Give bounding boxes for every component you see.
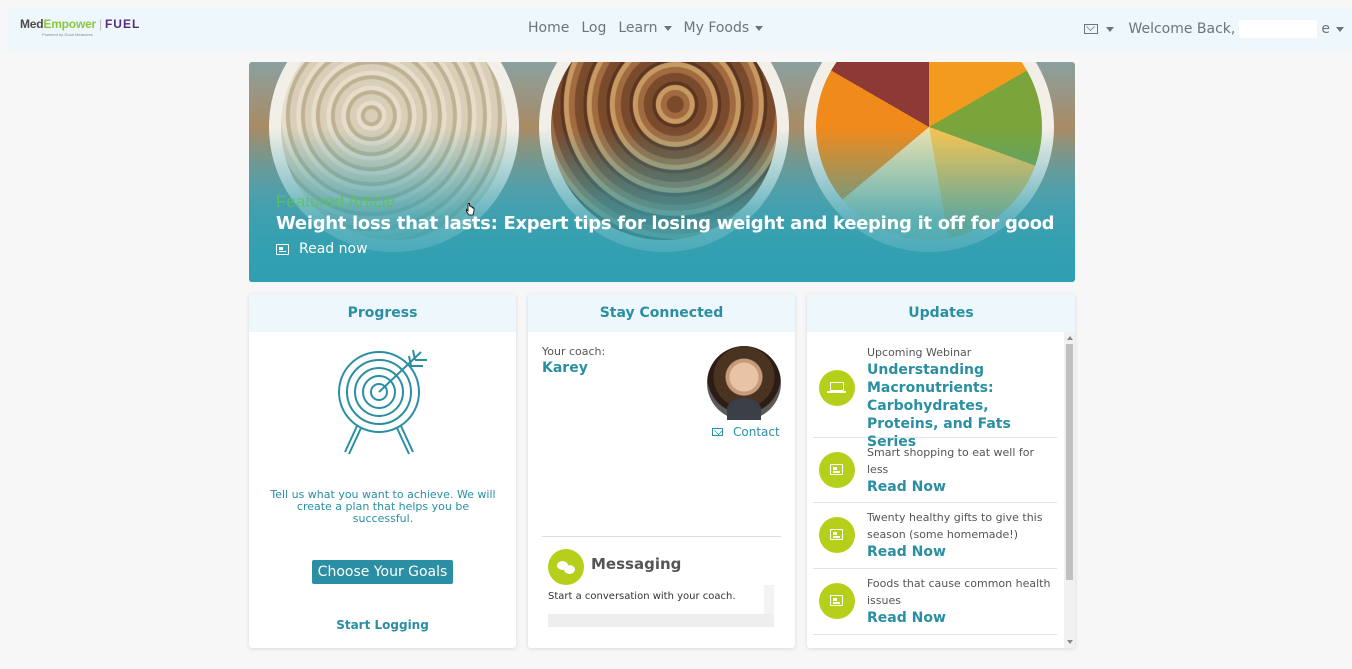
newspaper-icon xyxy=(819,517,855,553)
nav-home[interactable]: Home xyxy=(528,20,569,36)
logo-tagline: Powered by Good Measures xyxy=(42,32,93,37)
top-navbar: MedEmpower | FUEL Powered by Good Measures… xyxy=(8,8,1352,50)
nav-log[interactable]: Log xyxy=(581,20,606,36)
coach-name: Karey xyxy=(542,360,588,376)
read-now-link[interactable]: Read Now xyxy=(867,478,1053,496)
list-item[interactable]: Smart shopping to eat well for less Read… xyxy=(813,438,1057,503)
newspaper-icon xyxy=(819,583,855,619)
progress-card: Progress Tell us what you want to achiev… xyxy=(249,294,516,648)
progress-title: Progress xyxy=(249,294,516,332)
featured-article-banner[interactable]: Featured Article Weight loss that lasts:… xyxy=(249,62,1075,282)
envelope-icon xyxy=(712,428,723,436)
messaging-prompt: Start a conversation with your coach. xyxy=(548,591,736,602)
contact-coach-link[interactable]: Contact xyxy=(712,425,780,439)
welcome-suffix[interactable]: e xyxy=(1321,21,1330,37)
updates-list: Upcoming Webinar Understanding Macronutr… xyxy=(807,332,1065,648)
medempower-fuel-logo[interactable]: MedEmpower | FUEL Powered by Good Measures xyxy=(20,17,140,37)
caret-down-icon xyxy=(755,25,764,31)
caret-down-icon[interactable] xyxy=(1106,26,1115,32)
read-now-link[interactable]: Read Now xyxy=(867,543,1053,561)
scroll-down-arrow-icon[interactable] xyxy=(1067,640,1073,644)
nav-learn-dropdown[interactable]: Learn xyxy=(618,20,672,36)
goal-description: Tell us what you want to achieve. We wil… xyxy=(270,488,496,525)
featured-article-label: Featured Article xyxy=(276,192,396,211)
featured-article-title[interactable]: Weight loss that lasts: Expert tips for … xyxy=(276,213,1055,234)
laptop-icon xyxy=(819,370,855,406)
target-arrow-icon xyxy=(338,349,427,455)
main-nav: Home Log Learn My Foods xyxy=(528,20,764,36)
updates-card: Updates Upcoming Webinar Understanding M… xyxy=(807,294,1075,648)
messaging-horizontal-scrollbar[interactable] xyxy=(548,614,774,627)
list-item[interactable]: Twenty healthy gifts to give this season… xyxy=(813,503,1057,569)
list-item[interactable]: Foods that cause common health issues Re… xyxy=(813,569,1057,635)
mouse-pointer-icon xyxy=(466,203,475,216)
redacted-username xyxy=(1239,20,1318,38)
stay-connected-card: Stay Connected Your coach: Karey Contact… xyxy=(528,294,795,648)
user-area: Welcome Back, e xyxy=(1084,20,1344,38)
coach-avatar xyxy=(707,346,781,420)
nav-my-foods-dropdown[interactable]: My Foods xyxy=(684,20,764,36)
stay-connected-title: Stay Connected xyxy=(528,294,795,332)
read-now-link[interactable]: Read now xyxy=(276,241,368,257)
list-item[interactable]: Upcoming Webinar Understanding Macronutr… xyxy=(813,338,1057,450)
scroll-up-arrow-icon[interactable] xyxy=(1067,336,1073,340)
chat-bubbles-icon xyxy=(548,549,584,585)
newspaper-icon xyxy=(819,452,855,488)
updates-title: Updates xyxy=(807,294,1075,332)
scrollbar-thumb[interactable] xyxy=(1066,344,1073,580)
messaging-title: Messaging xyxy=(591,555,682,573)
updates-scrollbar[interactable] xyxy=(1064,332,1075,648)
caret-down-icon xyxy=(663,25,672,31)
envelope-icon[interactable] xyxy=(1084,24,1099,34)
welcome-text[interactable]: Welcome Back, xyxy=(1128,21,1235,37)
divider xyxy=(542,536,781,537)
choose-goals-button[interactable]: Choose Your Goals xyxy=(312,560,453,584)
coach-label: Your coach: xyxy=(542,345,606,358)
start-logging-link[interactable]: Start Logging xyxy=(249,618,516,632)
newspaper-icon xyxy=(276,243,289,255)
caret-down-icon[interactable] xyxy=(1336,26,1344,32)
read-now-link[interactable]: Read Now xyxy=(867,609,1053,627)
